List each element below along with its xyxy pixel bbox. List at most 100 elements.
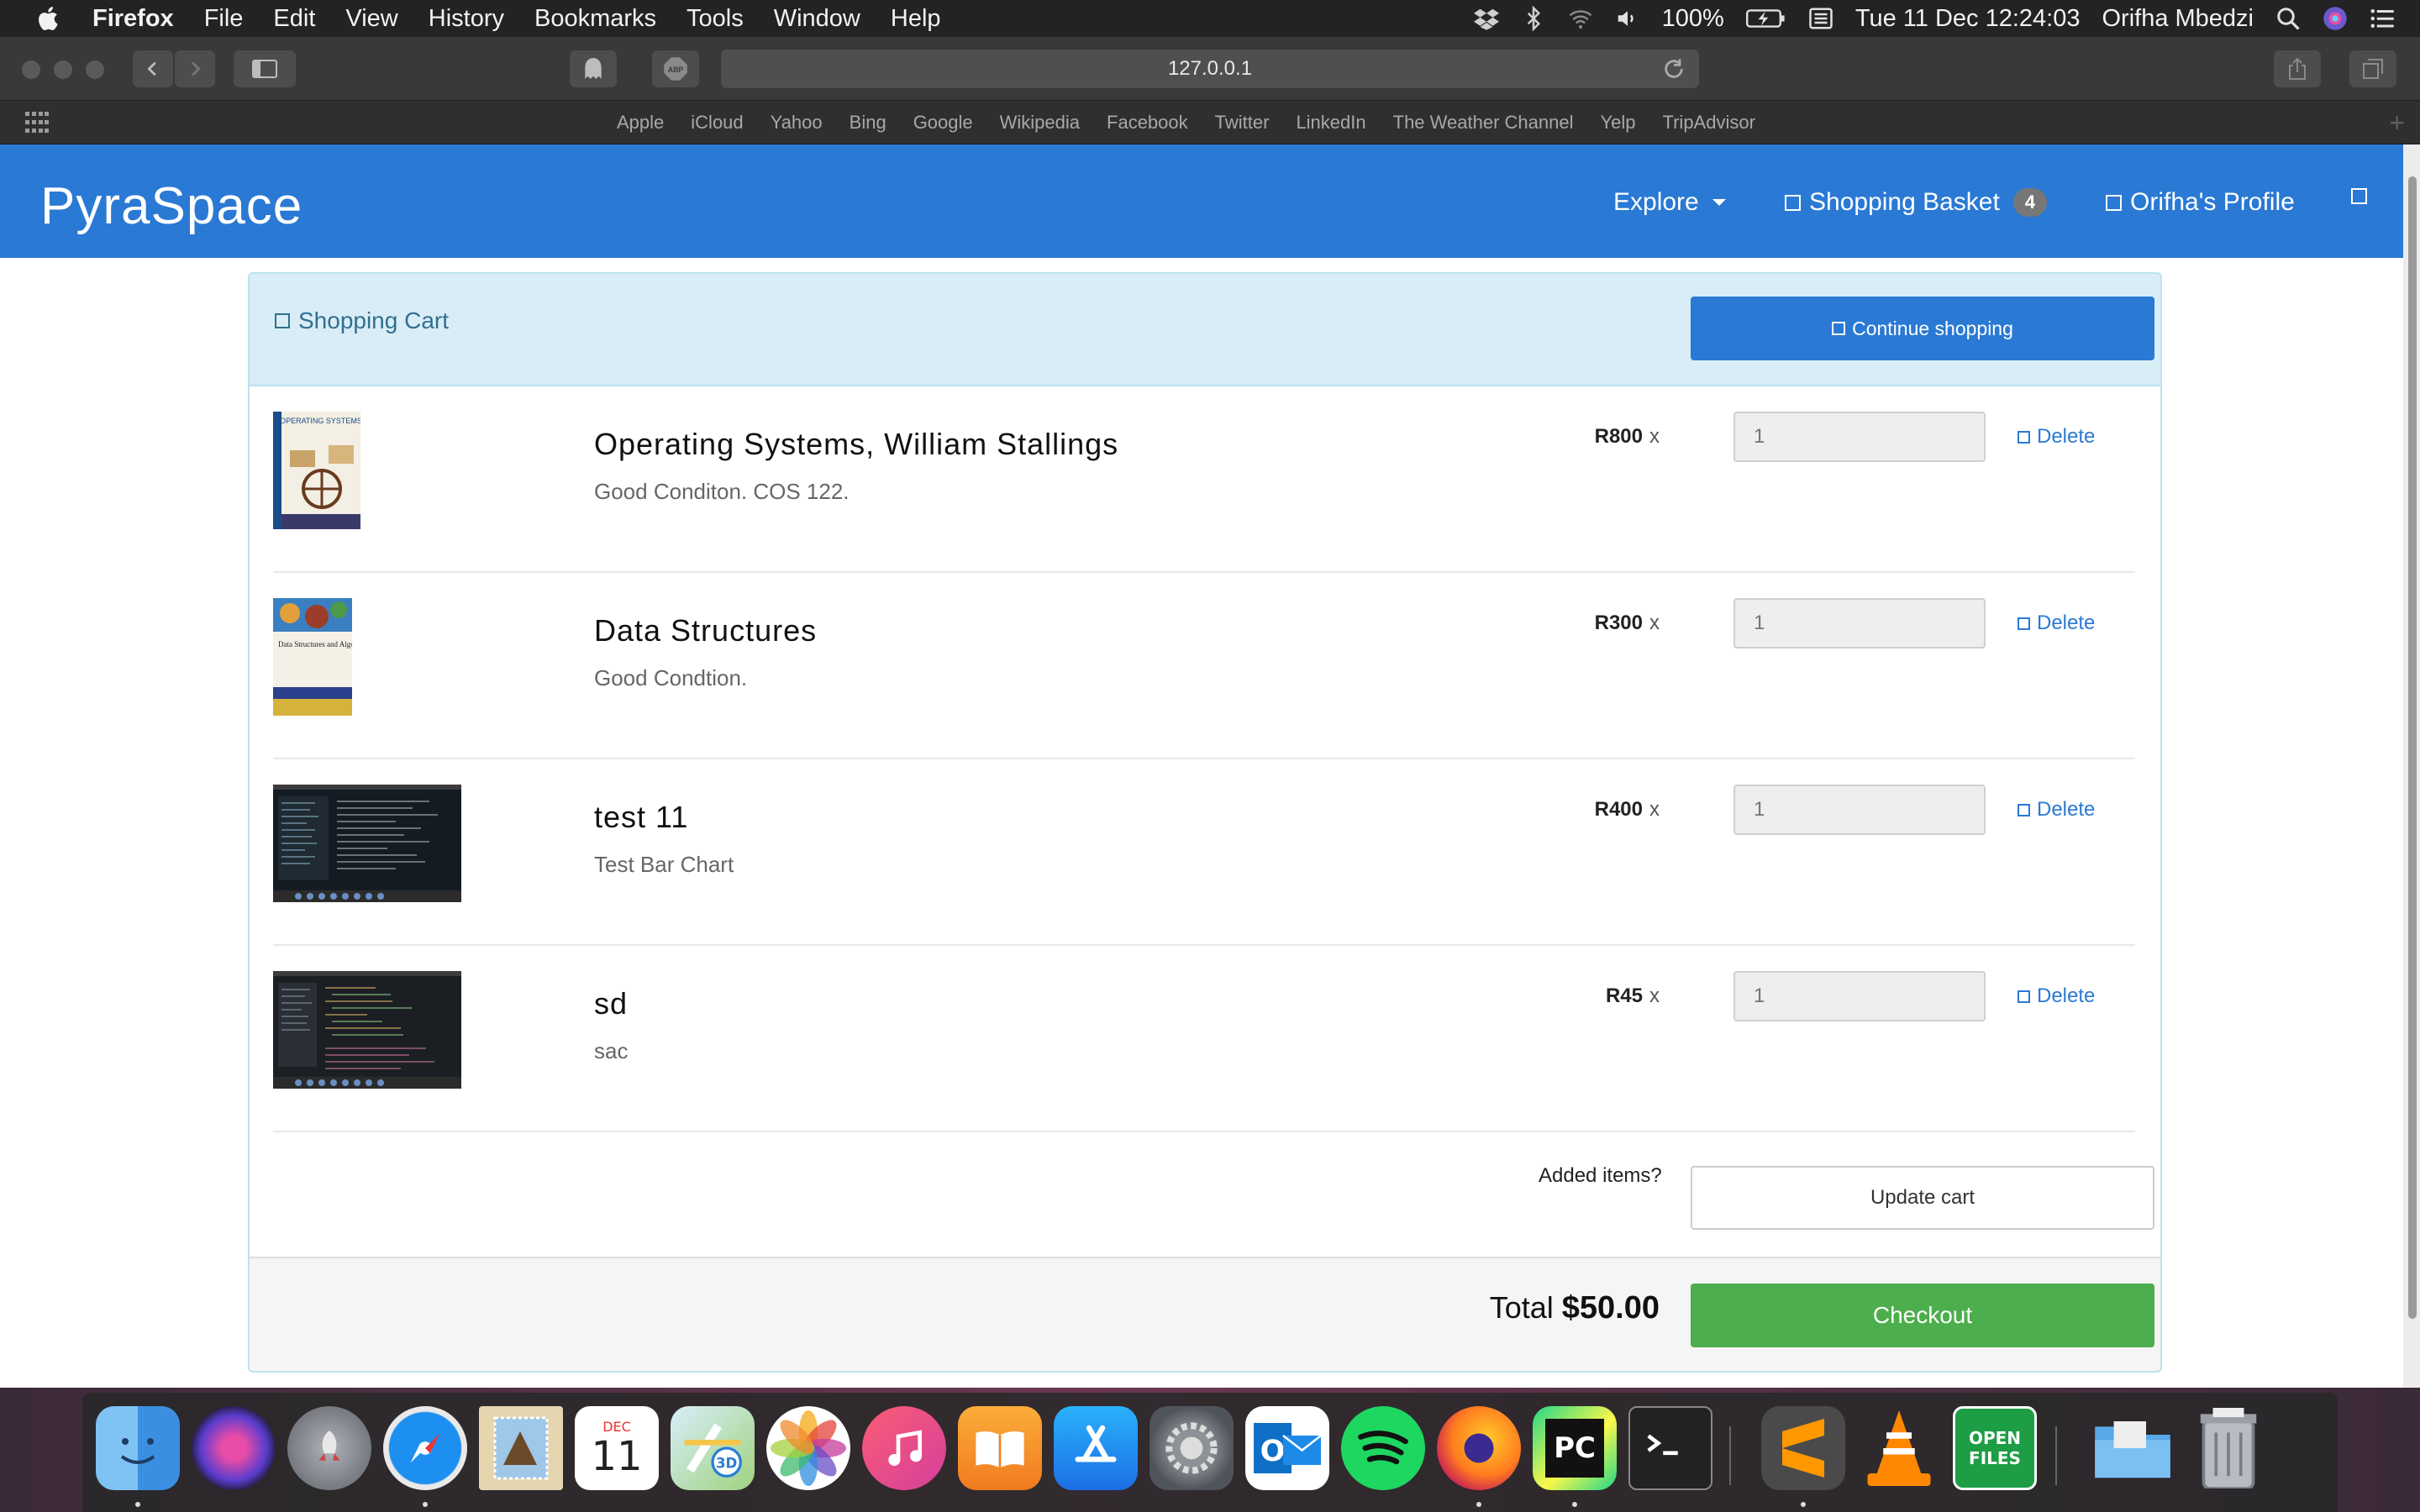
- outlook-icon[interactable]: O: [1245, 1406, 1329, 1490]
- back-button[interactable]: [133, 50, 173, 87]
- dock-separator: [2055, 1426, 2057, 1485]
- product-name[interactable]: Operating Systems, William Stallings: [594, 427, 1118, 462]
- continue-shopping-button[interactable]: Continue shopping: [1691, 297, 2154, 360]
- trash-bin-icon[interactable]: [2186, 1406, 2270, 1490]
- delete-item-button[interactable]: Delete: [2018, 425, 2095, 449]
- nav-explore-dropdown[interactable]: Explore: [1613, 188, 1726, 217]
- ghostery-extension-button[interactable]: [570, 50, 617, 87]
- bookmark-wikipedia[interactable]: Wikipedia: [1000, 112, 1080, 134]
- bluetooth-icon[interactable]: [1521, 6, 1546, 31]
- window-zoom-button[interactable]: [86, 60, 104, 79]
- window-close-button[interactable]: [22, 60, 40, 79]
- site-brand[interactable]: PyraSpace: [40, 176, 302, 236]
- dropbox-icon[interactable]: [1473, 6, 1499, 31]
- menubar-username[interactable]: Orifha Mbedzi: [2102, 5, 2254, 33]
- spotlight-search-icon[interactable]: [2275, 6, 2301, 31]
- ibooks-icon[interactable]: [958, 1406, 1042, 1490]
- apps-grid-icon[interactable]: [25, 112, 49, 134]
- menu-history[interactable]: History: [429, 5, 504, 33]
- downloads-folder-icon[interactable]: [2091, 1406, 2175, 1490]
- tab-overview-button[interactable]: [2349, 50, 2396, 87]
- product-thumbnail[interactable]: [273, 785, 461, 902]
- menu-window[interactable]: Window: [774, 5, 860, 33]
- notification-center-icon[interactable]: [2370, 6, 2395, 31]
- update-cart-button[interactable]: Update cart: [1691, 1166, 2154, 1230]
- firefox-icon[interactable]: [1437, 1406, 1521, 1490]
- address-bar[interactable]: 127.0.0.1: [721, 50, 1699, 88]
- product-name[interactable]: Data Structures: [594, 613, 817, 648]
- product-name[interactable]: test 11: [594, 800, 688, 835]
- bookmarks-bar: Apple iCloud Yahoo Bing Google Wikipedia…: [0, 101, 2420, 144]
- bookmark-google[interactable]: Google: [913, 112, 973, 134]
- product-thumbnail[interactable]: OPERATING SYSTEMS: [273, 412, 360, 529]
- menu-edit[interactable]: Edit: [273, 5, 315, 33]
- new-tab-plus-icon[interactable]: +: [2389, 108, 2405, 139]
- calendar-icon[interactable]: DEC 11: [575, 1406, 659, 1490]
- volume-icon[interactable]: [1615, 6, 1640, 31]
- product-thumbnail[interactable]: [273, 971, 461, 1089]
- battery-charging-icon[interactable]: [1745, 6, 1786, 31]
- terminal-icon[interactable]: [1628, 1406, 1712, 1490]
- bookmark-yahoo[interactable]: Yahoo: [771, 112, 823, 134]
- window-minimize-button[interactable]: [54, 60, 72, 79]
- delete-item-button[interactable]: Delete: [2018, 984, 2095, 1008]
- bookmark-bing[interactable]: Bing: [850, 112, 886, 134]
- product-thumbnail[interactable]: Data Structures and Algorithms: [273, 598, 352, 716]
- keyboard-input-icon[interactable]: [1808, 6, 1833, 31]
- itunes-music-icon[interactable]: [862, 1406, 946, 1490]
- share-button[interactable]: [2274, 50, 2321, 87]
- menu-file[interactable]: File: [204, 5, 244, 33]
- quantity-input[interactable]: [1733, 598, 1986, 648]
- bookmark-tripadvisor[interactable]: TripAdvisor: [1662, 112, 1754, 134]
- maps-icon[interactable]: 3D: [671, 1406, 755, 1490]
- open-files-app-icon[interactable]: OPEN FILES: [1953, 1406, 2037, 1490]
- photos-flower-icon[interactable]: [766, 1406, 850, 1490]
- page-scrollbar-thumb[interactable]: [2408, 176, 2417, 1319]
- quantity-input[interactable]: [1733, 971, 1986, 1021]
- menubar-clock[interactable]: Tue 11 Dec 12:24:03: [1855, 5, 2081, 33]
- finder-icon[interactable]: [96, 1406, 180, 1490]
- siri-icon[interactable]: [2323, 6, 2348, 31]
- apple-logo-icon[interactable]: [34, 3, 64, 34]
- wifi-icon[interactable]: [1568, 6, 1593, 31]
- delete-item-button[interactable]: Delete: [2018, 612, 2095, 635]
- launchpad-rocket-icon[interactable]: [287, 1406, 371, 1490]
- nav-shopping-basket[interactable]: Shopping Basket 4: [1785, 188, 2048, 217]
- bookmark-linkedin[interactable]: LinkedIn: [1296, 112, 1365, 134]
- svg-text:O: O: [1260, 1435, 1286, 1468]
- app-store-icon[interactable]: [1054, 1406, 1138, 1490]
- quantity-input[interactable]: [1733, 785, 1986, 835]
- logout-icon: [2351, 188, 2367, 204]
- adblock-extension-button[interactable]: ABP: [652, 50, 699, 87]
- reload-icon[interactable]: [1662, 57, 1686, 81]
- menu-help[interactable]: Help: [891, 5, 941, 33]
- spotify-icon[interactable]: [1341, 1406, 1425, 1490]
- bookmark-icloud[interactable]: iCloud: [691, 112, 743, 134]
- sublime-text-icon[interactable]: [1761, 1406, 1845, 1490]
- menu-view[interactable]: View: [345, 5, 397, 33]
- bookmark-facebook[interactable]: Facebook: [1107, 112, 1188, 134]
- forward-button[interactable]: [175, 50, 215, 87]
- bookmark-weather-channel[interactable]: The Weather Channel: [1393, 112, 1574, 134]
- book-cover-title: OPERATING SYSTEMS: [280, 417, 360, 425]
- macos-dock: DEC 11 3D O PC OPEN FILES: [82, 1393, 2338, 1512]
- system-preferences-gear-icon[interactable]: [1150, 1406, 1234, 1490]
- vlc-cone-icon[interactable]: [1857, 1406, 1941, 1490]
- sidebar-toggle-button[interactable]: [234, 50, 296, 87]
- delete-item-button[interactable]: Delete: [2018, 798, 2095, 822]
- siri-app-icon[interactable]: [192, 1406, 276, 1490]
- quantity-input[interactable]: [1733, 412, 1986, 462]
- bookmark-twitter[interactable]: Twitter: [1215, 112, 1270, 134]
- pycharm-icon[interactable]: PC: [1533, 1406, 1617, 1490]
- nav-profile[interactable]: Orifha's Profile: [2106, 188, 2295, 217]
- checkout-button[interactable]: Checkout: [1691, 1284, 2154, 1347]
- menu-tools[interactable]: Tools: [687, 5, 744, 33]
- menu-app-firefox[interactable]: Firefox: [92, 5, 174, 33]
- bookmark-apple[interactable]: Apple: [617, 112, 664, 134]
- safari-compass-icon[interactable]: [383, 1406, 467, 1490]
- menu-bookmarks[interactable]: Bookmarks: [534, 5, 656, 33]
- nav-extra-link[interactable]: [2351, 188, 2367, 204]
- product-name[interactable]: sd: [594, 986, 628, 1021]
- mail-stamp-icon[interactable]: [479, 1406, 563, 1490]
- bookmark-yelp[interactable]: Yelp: [1600, 112, 1635, 134]
